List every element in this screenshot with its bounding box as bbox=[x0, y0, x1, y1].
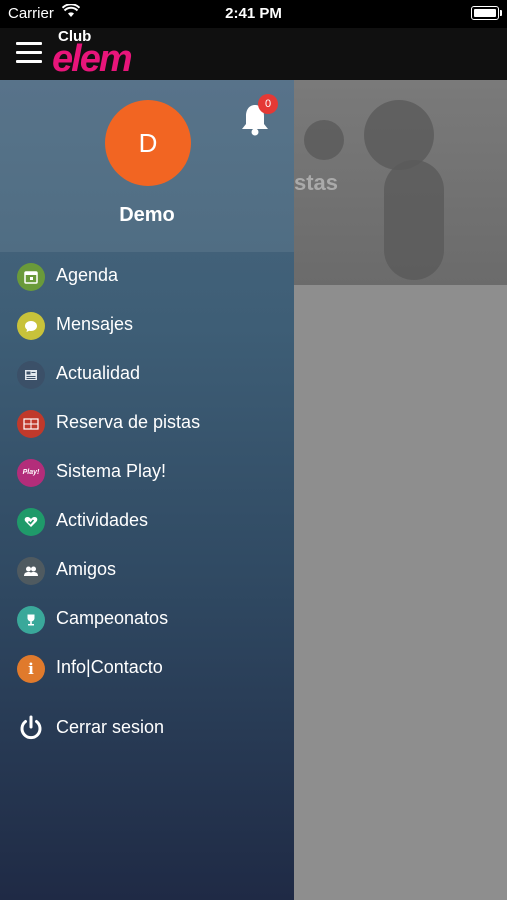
menu-label: Campeonatos bbox=[56, 608, 169, 628]
logo-elem-text: elem bbox=[52, 38, 133, 80]
menu-label: Agenda bbox=[56, 265, 119, 285]
menu-item-amigos[interactable]: Amigos bbox=[0, 546, 294, 595]
news-icon bbox=[17, 361, 45, 389]
menu-item-info-contacto[interactable]: i Info|Contacto bbox=[0, 644, 294, 693]
background-title-fragment: stas bbox=[294, 170, 339, 195]
background-overlay[interactable] bbox=[294, 285, 507, 900]
menu-item-sistema-play[interactable]: Play! Sistema Play! bbox=[0, 448, 294, 497]
menu-item-actividades[interactable]: Actividades bbox=[0, 497, 294, 546]
power-icon bbox=[17, 714, 45, 742]
trophy-icon bbox=[17, 606, 45, 634]
menu-label: Actualidad bbox=[56, 363, 141, 383]
profile-header: D Demo 0 bbox=[0, 80, 294, 252]
menu-label: Mensajes bbox=[56, 314, 134, 334]
calendar-icon bbox=[17, 263, 45, 291]
avatar[interactable]: D bbox=[105, 100, 191, 186]
notification-badge: 0 bbox=[258, 94, 278, 114]
menu-label: Actividades bbox=[56, 510, 149, 530]
club-elem-logo: Club elem bbox=[52, 28, 178, 80]
menu-label: Sistema Play! bbox=[56, 461, 167, 481]
logout-button[interactable]: Cerrar sesion bbox=[0, 702, 294, 754]
clock: 2:41 PM bbox=[225, 5, 282, 22]
menu-item-mensajes[interactable]: Mensajes bbox=[0, 301, 294, 350]
menu-icon[interactable] bbox=[16, 42, 42, 64]
status-bar: Carrier 2:41 PM bbox=[0, 0, 507, 28]
friends-icon bbox=[17, 557, 45, 585]
menu-label: Info|Contacto bbox=[56, 657, 163, 677]
chat-icon bbox=[17, 312, 45, 340]
battery-icon bbox=[471, 6, 502, 20]
side-drawer: D Demo 0 Agenda Mensajes Actualidad Rese… bbox=[0, 80, 294, 900]
app-header: Club elem bbox=[0, 28, 507, 80]
court-icon bbox=[17, 410, 45, 438]
info-icon: i bbox=[17, 655, 45, 683]
background-banner-image: stas bbox=[294, 80, 507, 285]
heart-icon bbox=[17, 508, 45, 536]
logout-label: Cerrar sesion bbox=[56, 717, 165, 737]
menu-item-agenda[interactable]: Agenda bbox=[0, 252, 294, 301]
menu-item-actualidad[interactable]: Actualidad bbox=[0, 350, 294, 399]
menu-label: Reserva de pistas bbox=[56, 412, 201, 432]
drawer-menu: Agenda Mensajes Actualidad Reserva de pi… bbox=[0, 252, 294, 693]
username: Demo bbox=[119, 204, 175, 226]
menu-item-reserva-de-pistas[interactable]: Reserva de pistas bbox=[0, 399, 294, 448]
menu-label: Amigos bbox=[56, 559, 117, 579]
menu-item-campeonatos[interactable]: Campeonatos bbox=[0, 595, 294, 644]
play-icon: Play! bbox=[17, 459, 45, 487]
